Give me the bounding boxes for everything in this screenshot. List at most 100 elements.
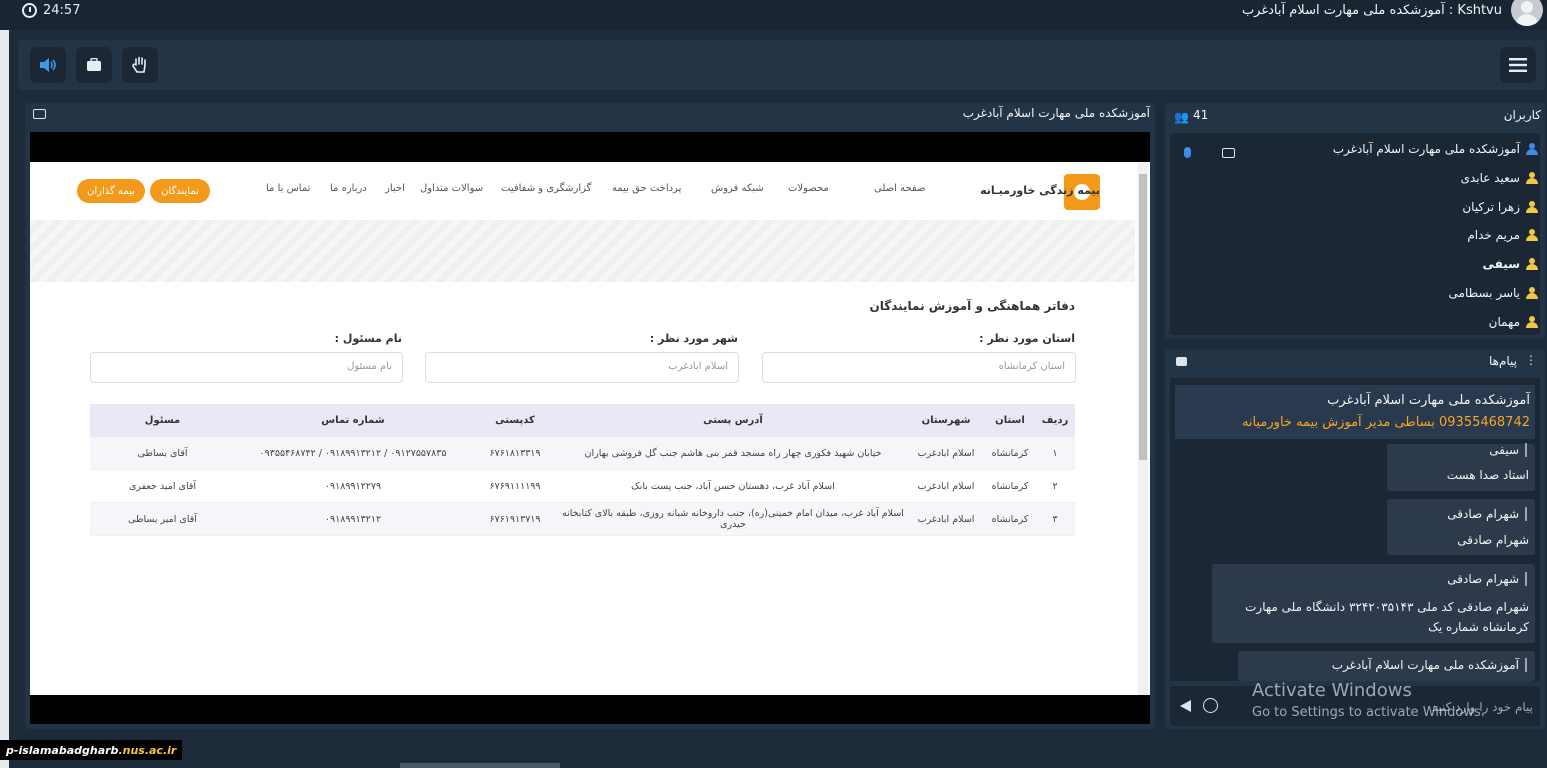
- chat-message: سیفی استاد صدا هست: [1387, 443, 1535, 491]
- table-row: ۳ کرمانشاه اسلام ابادغرب اسلام آباد غرب،…: [90, 502, 1075, 536]
- nav-about[interactable]: درباره ما: [330, 183, 367, 194]
- url-watermark: p-islamabadgharb .nus.ac.ir: [0, 740, 183, 760]
- cell: آقای بساطی: [90, 437, 235, 470]
- message-sender: سیفی: [1489, 443, 1527, 457]
- cell: کرمانشاه: [985, 437, 1035, 470]
- cell: کرمانشاه: [985, 469, 1035, 503]
- cell: ۳: [1035, 502, 1075, 536]
- screen-scrollbar[interactable]: [1138, 162, 1148, 695]
- col-manager: مسئول: [90, 404, 235, 437]
- user-item[interactable]: مهمان: [1488, 315, 1538, 329]
- user-icon: [1526, 201, 1538, 213]
- screen-share-icon[interactable]: [33, 109, 46, 119]
- pinned-text: 09355468742 بساطی مدیر آموزش بیمه خاورمی…: [1241, 415, 1530, 430]
- user-item[interactable]: سعید عابدی: [1460, 171, 1538, 185]
- toolbar: [18, 40, 1545, 90]
- user-icon: [1526, 143, 1538, 155]
- screen-share-icon: [1222, 148, 1235, 158]
- province-field[interactable]: استان کرمانشاه: [762, 352, 1076, 383]
- user-item[interactable]: یاسر بسطامی: [1448, 286, 1538, 300]
- user-name: یاسر بسطامی: [1448, 286, 1520, 300]
- agents-button[interactable]: نمایندگان: [150, 179, 210, 203]
- bottom-scroll-indicator: [400, 763, 560, 768]
- user-name: سیفی: [1482, 257, 1520, 271]
- manager-field-value: نام مسئول: [347, 361, 392, 372]
- emoji-icon[interactable]: [1203, 698, 1218, 713]
- briefcase-icon: [87, 58, 101, 71]
- message-sender: آموزشکده ملی مهارت اسلام آبادغرب: [1332, 658, 1527, 672]
- message-sender: شهرام صادقی: [1447, 572, 1527, 586]
- users-panel-title: کاربران: [1503, 108, 1541, 122]
- user-icon: [1526, 229, 1538, 241]
- col-province: استان: [985, 404, 1035, 437]
- cell: ۰۹۱۲۷۵۵۷۸۳۵ / ۰۹۱۸۹۹۱۳۲۱۲ / ۰۹۳۵۵۴۶۸۷۴۲: [235, 437, 471, 470]
- offices-table: ردیف استان شهرستان آدرس پستی کدپستی شمار…: [90, 404, 1075, 536]
- cell: ۶۷۶۹۱۱۱۱۹۹: [471, 469, 559, 503]
- nav-sales-network[interactable]: شبکه فروش: [711, 183, 764, 194]
- users-group-icon: 👥: [1174, 110, 1189, 124]
- user-item[interactable]: زهرا ترکیان: [1462, 200, 1538, 214]
- more-options-icon[interactable]: ⋮: [1525, 353, 1537, 367]
- users-count: 41: [1193, 108, 1209, 122]
- url-watermark-host: p-islamabadgharb: [6, 743, 119, 757]
- manager-field[interactable]: نام مسئول: [90, 352, 403, 383]
- city-label: شهر مورد نظر :: [649, 332, 738, 345]
- manager-label: نام مسئول :: [334, 332, 402, 345]
- nav-products[interactable]: محصولات: [788, 183, 829, 194]
- chat-message: آموزشکده ملی مهارت اسلام آبادغرب: [1238, 651, 1535, 681]
- menu-button[interactable]: [1500, 47, 1536, 83]
- cell: کرمانشاه: [985, 502, 1035, 536]
- table-header-row: ردیف استان شهرستان آدرس پستی کدپستی شمار…: [90, 404, 1075, 437]
- brand-name: بیمه زندگی خاورمیـانه: [980, 184, 1100, 197]
- user-name: آموزشکده ملی مهارت اسلام آبادغرب: [1332, 142, 1520, 156]
- pinned-sender: آموزشکده ملی مهارت اسلام آبادغرب: [1327, 393, 1530, 408]
- cell: اسلام آباد غرب، دهستان حسن آباد، جنب پست…: [559, 469, 907, 503]
- message-text: استاد صدا هست: [1446, 468, 1529, 482]
- user-icon: [1526, 172, 1538, 184]
- insured-button[interactable]: بیمه گذاران: [77, 179, 145, 203]
- speaker-button[interactable]: [30, 47, 66, 83]
- user-item[interactable]: سیفی: [1482, 257, 1538, 271]
- decorative-pattern: [30, 220, 1135, 282]
- cell: ۶۷۶۱۸۱۳۳۱۹: [471, 437, 559, 470]
- hamburger-icon: [1509, 58, 1527, 72]
- nav-pay-premium[interactable]: پرداخت حق بیمه: [612, 183, 681, 194]
- left-edge-strip: [0, 30, 9, 768]
- user-name: زهرا ترکیان: [1462, 200, 1520, 214]
- messages-panel-title: پیام‌ها: [1488, 354, 1517, 368]
- session-title: Kshtvu : آموزشکده ملی مهارت اسلام آبادغر…: [1241, 2, 1502, 18]
- clock-icon: [22, 2, 37, 18]
- user-name: مریم خدام: [1467, 228, 1520, 242]
- share-panel-title: آموزشکده ملی مهارت اسلام آبادغرب: [962, 106, 1150, 120]
- briefcase-button[interactable]: [76, 47, 112, 83]
- scrollbar-thumb[interactable]: [1139, 174, 1147, 460]
- microphone-icon[interactable]: [1184, 147, 1191, 158]
- chat-message: شهرام صادقی شهرام صادقی کد ملی ۳۲۴۲۰۳۵۱۴…: [1212, 564, 1535, 643]
- nav-home[interactable]: صفحه اصلی: [874, 183, 925, 194]
- message-sender: شهرام صادقی: [1447, 507, 1527, 521]
- url-watermark-domain: .nus.ac.ir: [118, 743, 177, 757]
- user-icon: [1526, 316, 1538, 328]
- nav-contact[interactable]: تماس با ما: [266, 183, 310, 194]
- city-field[interactable]: اسلام ابادغرب: [425, 352, 739, 383]
- send-icon[interactable]: [1180, 700, 1191, 712]
- user-name: سعید عابدی: [1460, 171, 1520, 185]
- shared-screen-content: بیمه زندگی خاورمیـانه صفحه اصلی محصولات …: [30, 162, 1150, 695]
- cell: ۰۹۱۸۹۹۱۲۲۷۹: [235, 469, 471, 503]
- raise-hand-button[interactable]: [122, 47, 158, 83]
- col-row: ردیف: [1035, 404, 1075, 437]
- col-phone: شماره تماس: [235, 404, 471, 437]
- user-name: مهمان: [1488, 315, 1520, 329]
- cell: اسلام آباد غرب، میدان امام خمینی(ره)، جن…: [559, 502, 907, 536]
- hand-icon: [132, 56, 146, 73]
- user-item[interactable]: مریم خدام: [1467, 228, 1538, 242]
- cell: ۲: [1035, 469, 1075, 503]
- user-item[interactable]: آموزشکده ملی مهارت اسلام آبادغرب: [1332, 142, 1538, 156]
- session-timer: 24:57: [22, 0, 80, 20]
- city-field-value: اسلام ابادغرب: [668, 361, 728, 372]
- nav-reporting[interactable]: گزارشگری و شفافیت: [501, 183, 591, 194]
- chat-message: شهرام صادقی شهرام صادقی: [1387, 499, 1535, 555]
- nav-news[interactable]: اخبار: [385, 183, 405, 194]
- nav-faq[interactable]: سوالات متداول: [420, 183, 483, 194]
- message-text: شهرام صادقی: [1457, 533, 1529, 547]
